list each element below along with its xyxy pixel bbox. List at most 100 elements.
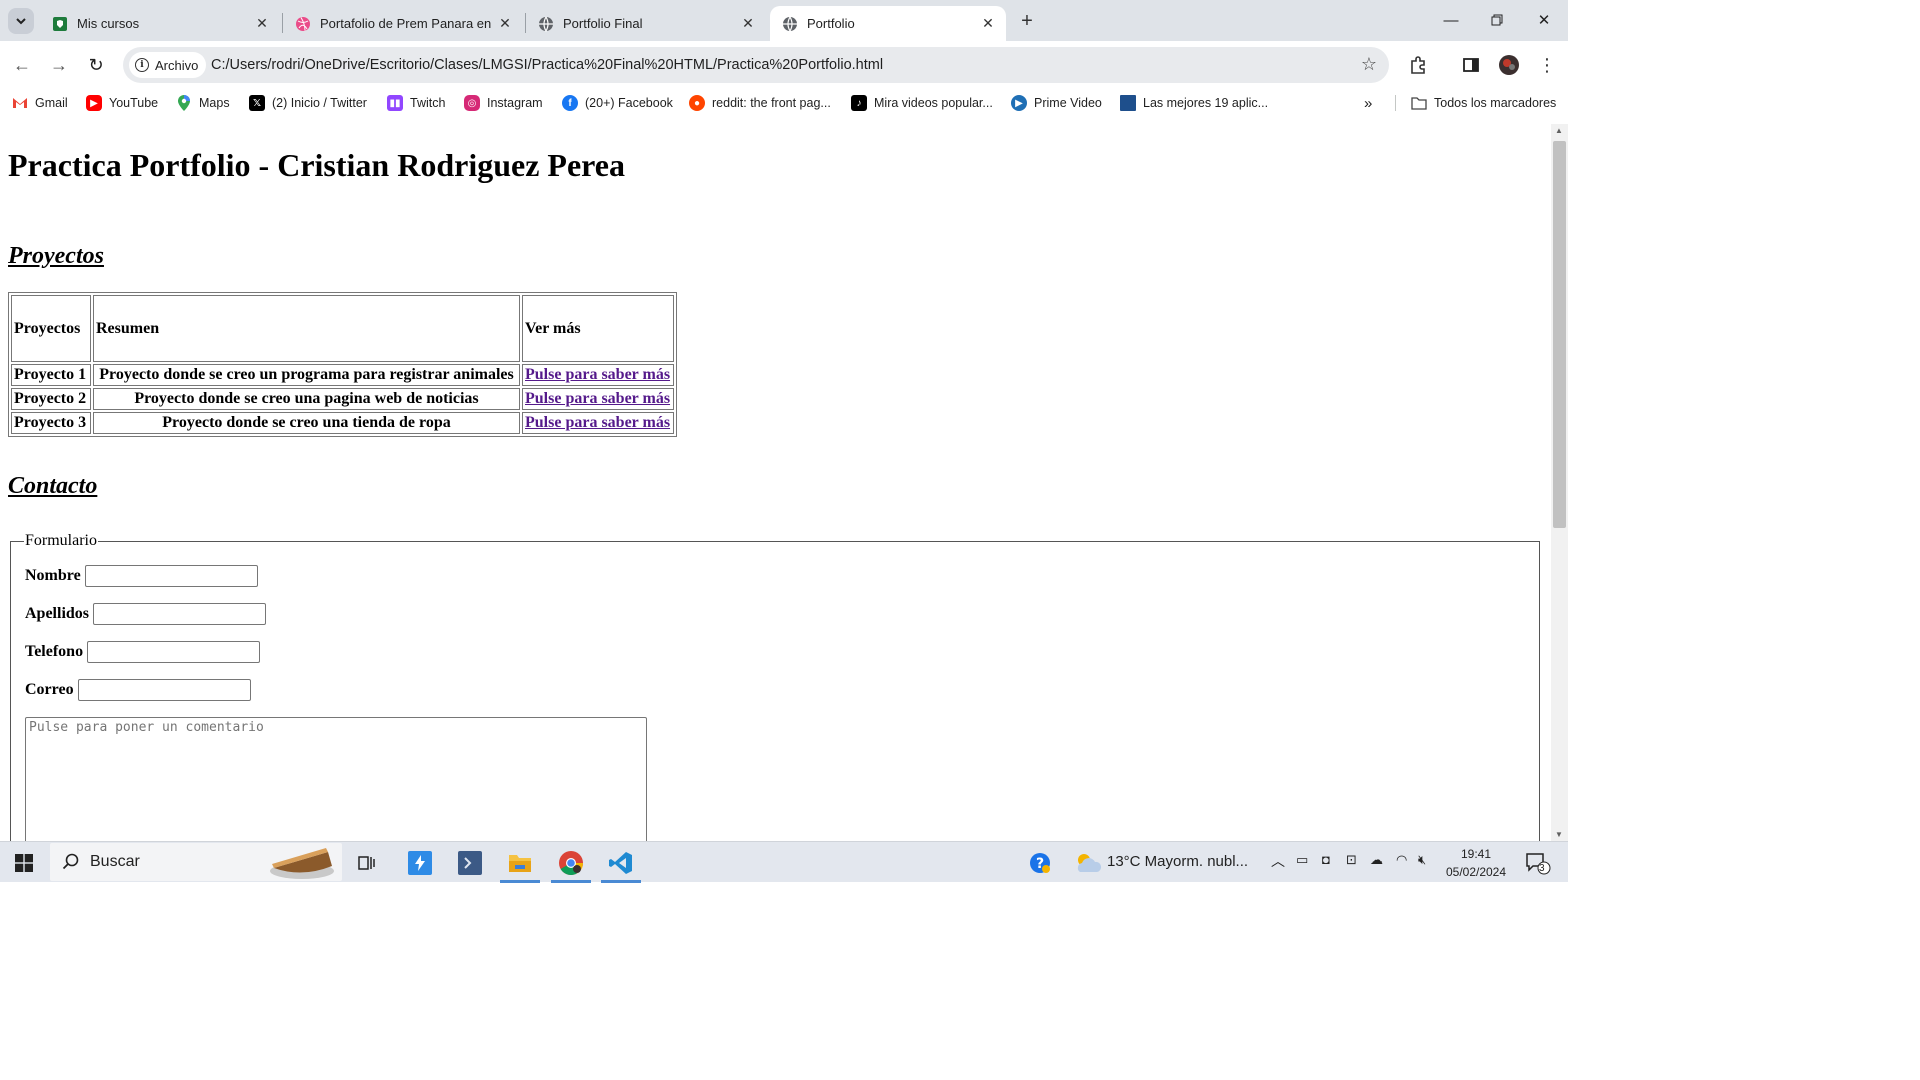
taskbar-app-chrome[interactable] (551, 846, 591, 883)
app-tray-icon[interactable]: ⊡ (1346, 852, 1357, 868)
facebook-icon: f (562, 95, 578, 111)
bookmark-prime-video[interactable]: ▶ Prime Video (1011, 93, 1102, 113)
close-tab-icon[interactable]: ✕ (252, 14, 272, 34)
close-tab-icon[interactable]: ✕ (738, 14, 758, 34)
project-link[interactable]: Pulse para saber más (525, 366, 670, 383)
lightning-app-icon (408, 851, 432, 875)
restore-icon (1491, 14, 1503, 26)
maps-icon (176, 95, 192, 111)
project-name: Proyecto 1 (11, 364, 91, 386)
forward-button[interactable]: → (45, 51, 73, 79)
wifi-icon[interactable]: ◠ (1396, 852, 1407, 868)
table-row: Proyecto 3 Proyecto donde se creo una ti… (11, 412, 674, 434)
twitch-icon: ▮▮ (387, 95, 403, 111)
bookmark-instagram[interactable]: ◎ Instagram (464, 93, 543, 113)
taskbar-clock[interactable]: 19:41 05/02/2024 (1440, 845, 1512, 881)
help-tray-icon[interactable]: ? (1020, 846, 1060, 880)
scrollbar-thumb[interactable] (1553, 141, 1566, 528)
new-tab-button[interactable]: + (1016, 10, 1038, 32)
bookmark-apps[interactable]: Las mejores 19 aplic... (1120, 93, 1268, 113)
back-button[interactable]: ← (8, 51, 36, 79)
taskbar-app-file-explorer[interactable] (500, 846, 540, 883)
apellidos-input[interactable] (93, 603, 267, 625)
folder-icon (1411, 95, 1427, 111)
tab-portfolio[interactable]: Portfolio ✕ (770, 6, 1006, 41)
comment-textarea[interactable] (25, 717, 647, 841)
correo-input[interactable] (77, 679, 251, 701)
notification-icon (1526, 853, 1551, 875)
clock-date: 05/02/2024 (1445, 865, 1507, 879)
contact-form: Formulario Nombre Apellidos Telefono Cor… (10, 532, 1540, 841)
notification-count: 3 (1539, 863, 1545, 874)
bookmark-label: (2) Inicio / Twitter (272, 96, 367, 110)
site-info-chip[interactable]: i Archivo (129, 52, 207, 78)
bookmark-reddit[interactable]: ● reddit: the front pag... (689, 93, 831, 113)
search-label: Buscar (90, 853, 140, 870)
taskbar-app-power-automate[interactable] (400, 846, 440, 880)
table-header: Proyectos (11, 295, 91, 362)
tab-title: Mis cursos (77, 16, 140, 31)
bookmark-label: Instagram (487, 96, 543, 110)
bookmark-gmail[interactable]: Gmail (12, 93, 68, 113)
reload-button[interactable]: ↻ (82, 51, 110, 79)
all-bookmarks-folder[interactable]: Todos los marcadores (1411, 93, 1556, 113)
tab-strip: Mis cursos ✕ Portafolio de Prem Panara e… (0, 0, 1568, 41)
projects-heading: Proyectos (8, 243, 104, 269)
projects-table: Proyectos Resumen Ver más Proyecto 1 Pro… (8, 292, 677, 437)
bookmark-label: Las mejores 19 aplic... (1143, 96, 1269, 110)
project-summary: Proyecto donde se creo un programa para … (93, 364, 520, 386)
extensions-icon[interactable] (1406, 53, 1430, 77)
weather-widget[interactable] (1068, 846, 1108, 880)
weather-text[interactable]: 13°C Mayorm. nubl... (1107, 853, 1248, 870)
restore-button[interactable] (1474, 0, 1520, 40)
close-tab-icon[interactable]: ✕ (978, 14, 998, 34)
taskbar-app-powershell[interactable] (450, 846, 490, 880)
scroll-up-icon[interactable]: ▲ (1555, 126, 1563, 135)
bookmark-youtube[interactable]: ▶ YouTube (86, 93, 158, 113)
bookmark-facebook[interactable]: f (20+) Facebook (562, 93, 673, 113)
table-row: Proyecto 1 Proyecto donde se creo un pro… (11, 364, 674, 386)
tab-portfolio-final[interactable]: Portfolio Final ✕ (526, 6, 766, 41)
help-icon: ? (1030, 853, 1050, 873)
profile-avatar[interactable] (1497, 53, 1521, 77)
telefono-input[interactable] (87, 641, 261, 663)
side-panel-icon[interactable] (1459, 53, 1483, 77)
url-text[interactable]: C:/Users/rodri/OneDrive/Escritorio/Clase… (211, 47, 883, 83)
battery-tray-icon[interactable]: ▭ (1296, 852, 1308, 868)
notifications-button[interactable]: 3 (1518, 846, 1558, 880)
windows-logo-icon (15, 854, 33, 872)
bookmark-maps[interactable]: Maps (176, 93, 230, 113)
field-label: Nombre (25, 567, 81, 584)
menu-kebab-icon[interactable]: ⋮ (1535, 53, 1559, 77)
close-window-button[interactable]: ✕ (1521, 0, 1567, 40)
bookmark-label: Gmail (35, 96, 68, 110)
project-summary: Proyecto donde se creo una pagina web de… (93, 388, 520, 410)
address-bar[interactable]: i Archivo C:/Users/rodri/OneDrive/Escrit… (123, 47, 1389, 83)
bookmark-twitch[interactable]: ▮▮ Twitch (387, 93, 445, 113)
tab-mis-cursos[interactable]: Mis cursos ✕ (40, 6, 280, 41)
tab-portafolio-prem[interactable]: Portafolio de Prem Panara en D ✕ (283, 6, 523, 41)
volume-muted-icon[interactable]: 🔇︎ (1418, 852, 1426, 868)
bookmark-twitter[interactable]: 𝕏 (2) Inicio / Twitter (249, 93, 367, 113)
globe-icon (782, 16, 798, 32)
more-bookmarks-button[interactable]: » (1364, 93, 1372, 113)
onedrive-cloud-icon[interactable]: ☁ (1370, 852, 1383, 868)
project-link[interactable]: Pulse para saber más (525, 414, 670, 431)
camera-tray-icon[interactable]: ◘ (1322, 852, 1330, 867)
page-scrollbar[interactable]: ▲ ▼ (1551, 124, 1568, 841)
bookmark-label: Todos los marcadores (1434, 96, 1557, 110)
start-button[interactable] (4, 846, 44, 880)
taskbar-app-vscode[interactable] (601, 846, 641, 883)
tab-search-button[interactable] (8, 8, 34, 34)
close-tab-icon[interactable]: ✕ (495, 14, 515, 34)
project-link[interactable]: Pulse para saber más (525, 390, 670, 407)
bookmark-star-icon[interactable]: ☆ (1361, 54, 1377, 75)
task-view-button[interactable] (347, 846, 387, 880)
taskbar-search[interactable]: Buscar (50, 843, 342, 881)
bookmark-tiktok[interactable]: ♪ Mira videos popular... (851, 93, 993, 113)
x-twitter-icon: 𝕏 (249, 95, 265, 111)
chevron-up-icon[interactable]: ︿ (1271, 851, 1285, 871)
minimize-button[interactable]: — (1428, 0, 1474, 40)
nombre-input[interactable] (84, 565, 258, 587)
scroll-down-icon[interactable]: ▼ (1555, 830, 1563, 839)
